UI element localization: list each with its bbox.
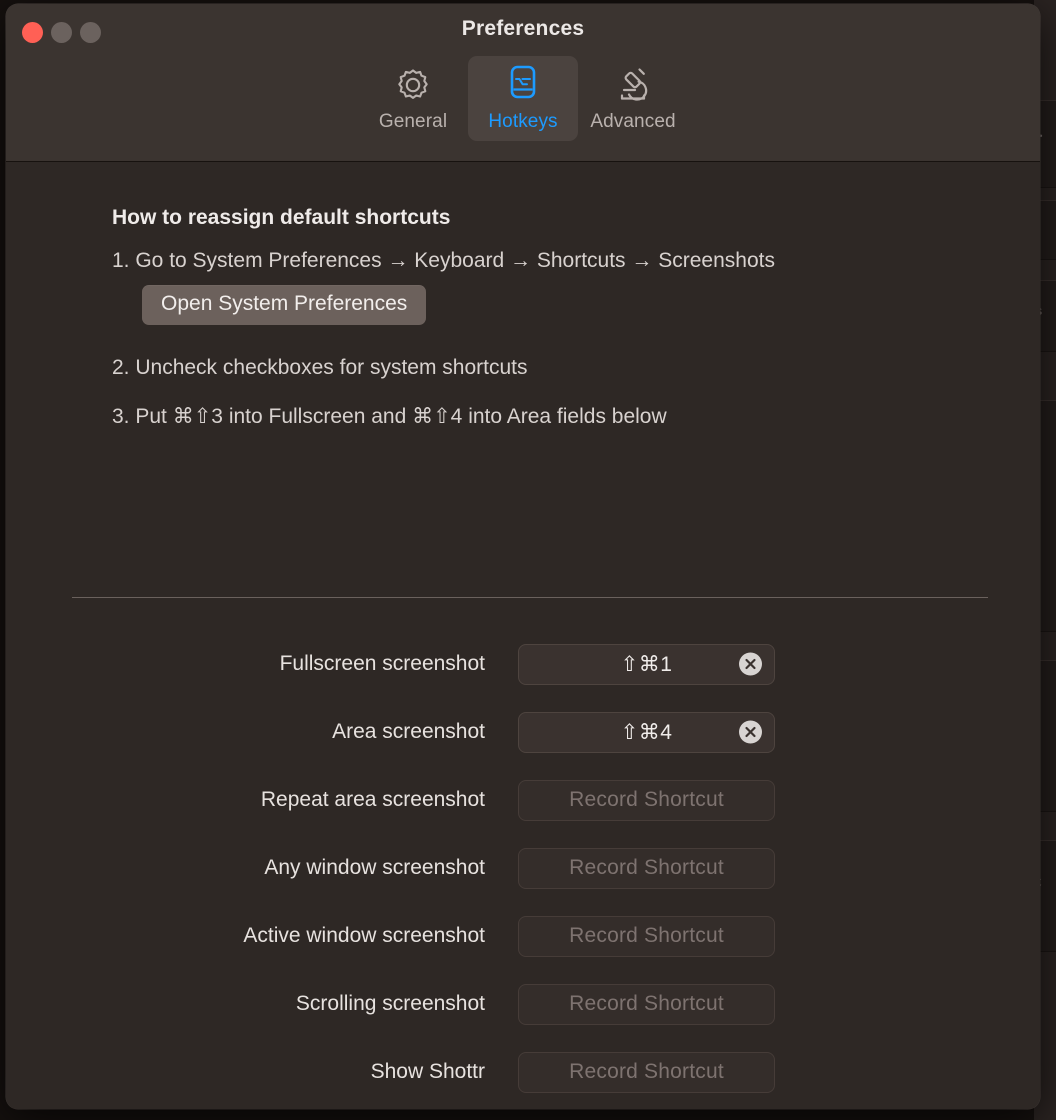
toolbar-tab-label: Advanced: [590, 111, 676, 132]
hotkey-row-label: Any window screenshot: [264, 856, 485, 879]
shortcut-placeholder: Record Shortcut: [569, 992, 724, 1015]
toolbar-tab-label: General: [378, 111, 448, 132]
preferences-body: How to reassign default shortcuts 1. Go …: [6, 162, 1040, 1109]
preferences-toolbar: General Hotkeys Advanced: [6, 56, 1040, 141]
preferences-window: Preferences General Hotkeys Advanced How…: [6, 4, 1040, 1109]
hotkey-row-label: Repeat area screenshot: [260, 788, 485, 811]
gear-icon: [391, 62, 435, 108]
shortcut-field-fullscreen-screenshot[interactable]: ⇧⌘1: [518, 643, 775, 685]
shortcut-value: ⇧⌘4: [620, 720, 673, 744]
toolbar-tab-general[interactable]: General: [358, 56, 468, 141]
shortcut-field-repeat-area-screenshot[interactable]: Record Shortcut: [518, 779, 775, 821]
shortcut-value: ⇧⌘1: [620, 652, 673, 676]
shortcut-field-area-screenshot[interactable]: ⇧⌘4: [518, 711, 775, 753]
howto-step-1: 1. Go to System Preferences → Keyboard →…: [112, 249, 775, 272]
hotkey-row-label: Area screenshot: [332, 720, 485, 743]
hotkey-rows: Fullscreen screenshot ⇧⌘1 Area screensho…: [6, 630, 1040, 1106]
howto-step-3: 3. Put ⌘⇧3 into Fullscreen and ⌘⇧4 into …: [112, 404, 667, 428]
shortcut-placeholder: Record Shortcut: [569, 788, 724, 811]
hotkey-row: Repeat area screenshot Record Shortcut: [6, 766, 1040, 834]
hotkey-row: Active window screenshot Record Shortcut: [6, 902, 1040, 970]
hotkey-row: Any window screenshot Record Shortcut: [6, 834, 1040, 902]
toolbar-tab-label: Hotkeys: [488, 111, 558, 132]
window-titlebar: Preferences General Hotkeys Advanced: [6, 4, 1040, 162]
howto-section: How to reassign default shortcuts 1. Go …: [112, 206, 992, 453]
shortcut-field-scrolling-screenshot[interactable]: Record Shortcut: [518, 983, 775, 1025]
shortcut-field-active-window-screenshot[interactable]: Record Shortcut: [518, 915, 775, 957]
hotkey-row: Fullscreen screenshot ⇧⌘1: [6, 630, 1040, 698]
toolbar-tab-advanced[interactable]: Advanced: [578, 56, 688, 141]
hotkey-row: Area screenshot ⇧⌘4: [6, 698, 1040, 766]
hotkey-row: Show Shottr Record Shortcut: [6, 1038, 1040, 1106]
microscope-icon: [611, 62, 655, 108]
clear-shortcut-icon[interactable]: [739, 720, 762, 744]
hotkey-row-label: Show Shottr: [370, 1060, 485, 1083]
shortcut-placeholder: Record Shortcut: [569, 1060, 724, 1083]
hotkey-row-label: Scrolling screenshot: [295, 992, 485, 1015]
shortcut-placeholder: Record Shortcut: [569, 924, 724, 947]
shortcut-field-any-window-screenshot[interactable]: Record Shortcut: [518, 847, 775, 889]
hotkey-row: Scrolling screenshot Record Shortcut: [6, 970, 1040, 1038]
howto-title: How to reassign default shortcuts: [112, 206, 451, 229]
toolbar-tab-hotkeys[interactable]: Hotkeys: [468, 56, 578, 141]
clear-shortcut-icon[interactable]: [739, 652, 762, 676]
keyboard-key-icon: [501, 62, 545, 108]
hotkey-row-label: Fullscreen screenshot: [279, 652, 485, 675]
shortcut-field-show-shottr[interactable]: Record Shortcut: [518, 1051, 775, 1093]
screen: a ts c Preferences: [0, 0, 1056, 1120]
window-title: Preferences: [461, 17, 585, 40]
shortcut-placeholder: Record Shortcut: [569, 856, 724, 879]
open-system-preferences-button[interactable]: Open System Preferences: [142, 284, 427, 325]
howto-step-2: 2. Uncheck checkboxes for system shortcu…: [112, 355, 528, 379]
hotkey-row-label: Active window screenshot: [243, 924, 485, 947]
section-divider: [72, 597, 988, 598]
